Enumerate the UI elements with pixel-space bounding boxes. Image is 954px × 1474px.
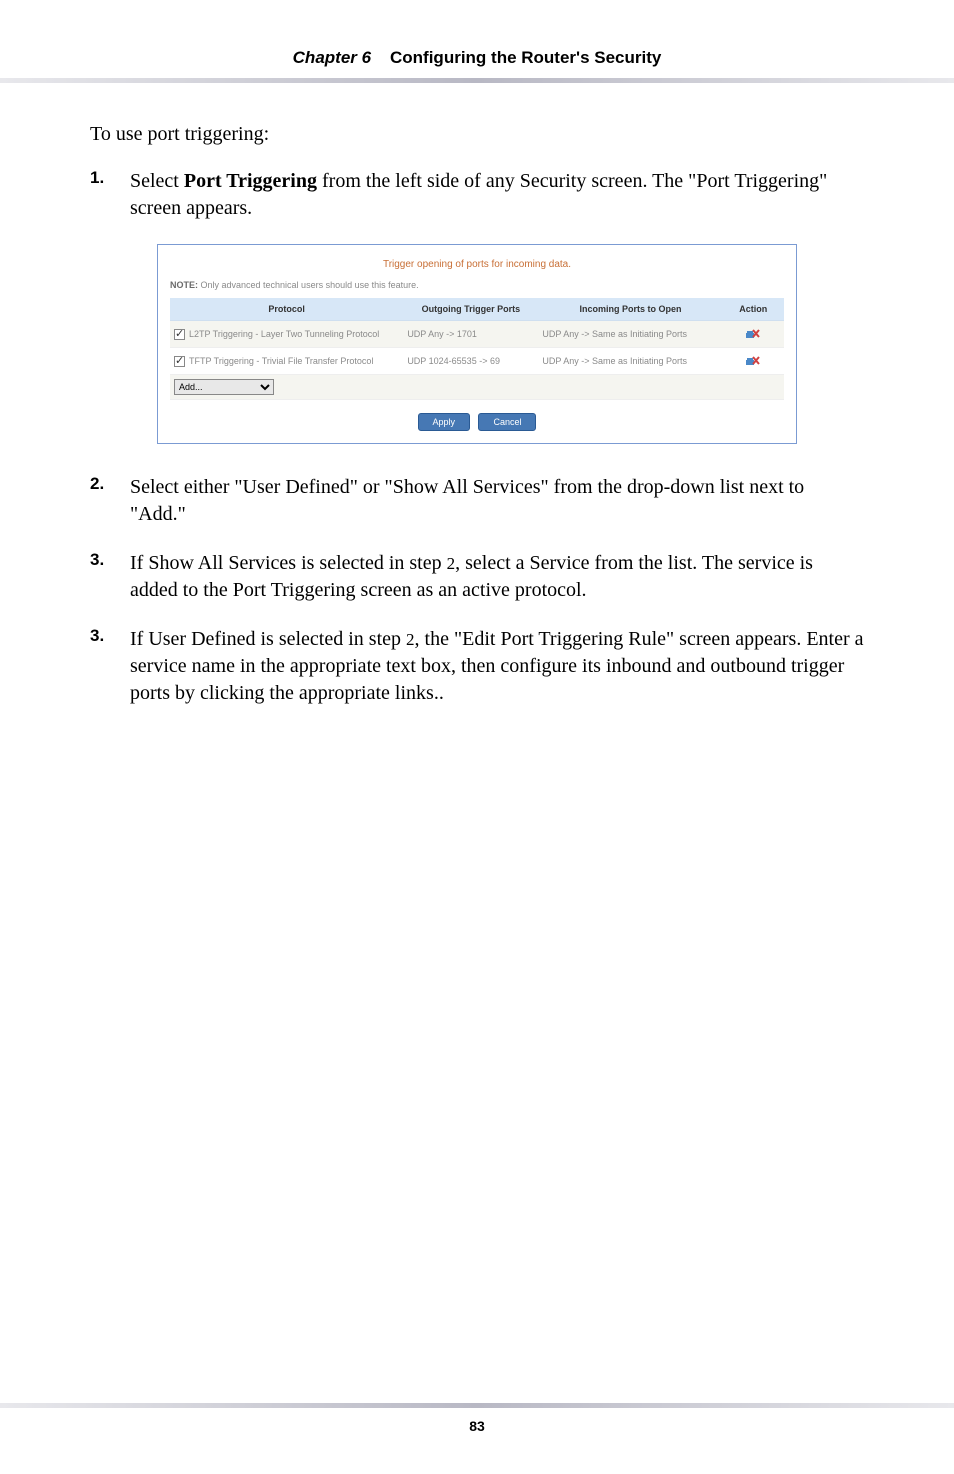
delete-icon[interactable] [745, 327, 761, 339]
outgoing-value: UDP Any -> 1701 [403, 321, 538, 348]
port-trigger-table: Protocol Outgoing Trigger Ports Incoming… [170, 298, 784, 400]
figure-title: Trigger opening of ports for incoming da… [170, 259, 784, 270]
note-label: NOTE: [170, 280, 198, 290]
add-select[interactable]: Add... [174, 379, 274, 395]
step-3b: 3. If User Defined is selected in step 2… [90, 626, 864, 707]
incoming-value: UDP Any -> Same as Initiating Ports [538, 321, 722, 348]
small-number: 2 [406, 630, 415, 649]
note-text: Only advanced technical users should use… [198, 280, 419, 290]
protocol-name: L2TP Triggering - Layer Two Tunneling Pr… [189, 329, 379, 339]
step-number: 3. [90, 626, 130, 707]
step-number: 2. [90, 474, 130, 528]
col-incoming: Incoming Ports to Open [538, 298, 722, 321]
step-body: If Show All Services is selected in step… [130, 550, 864, 604]
text-fragment: If User Defined is selected in step [130, 628, 406, 650]
step-number: 1. [90, 168, 130, 222]
bold-term: Port Triggering [184, 170, 317, 192]
col-protocol: Protocol [170, 298, 403, 321]
incoming-value: UDP Any -> Same as Initiating Ports [538, 348, 722, 375]
table-row: L2TP Triggering - Layer Two Tunneling Pr… [170, 321, 784, 348]
col-action: Action [723, 298, 784, 321]
figure-note: NOTE: Only advanced technical users shou… [170, 280, 784, 290]
step-number: 3. [90, 550, 130, 604]
chapter-title-text: Configuring the Router's Security [390, 48, 661, 67]
step-body: Select either "User Defined" or "Show Al… [130, 474, 864, 528]
delete-icon[interactable] [745, 354, 761, 366]
step-body: If User Defined is selected in step 2, t… [130, 626, 864, 707]
checkbox-icon[interactable] [174, 356, 185, 367]
cancel-button[interactable]: Cancel [478, 413, 536, 431]
action-cell [723, 348, 784, 375]
step-1: 1. Select Port Triggering from the left … [90, 168, 864, 222]
checkbox-icon[interactable] [174, 329, 185, 340]
step-3a: 3. If Show All Services is selected in s… [90, 550, 864, 604]
text-fragment: If Show All Services is selected in step [130, 552, 447, 574]
footer-divider [0, 1403, 954, 1408]
add-row: Add... [170, 375, 784, 400]
step-2: 2. Select either "User Defined" or "Show… [90, 474, 864, 528]
intro-paragraph: To use port triggering: [90, 123, 864, 146]
protocol-name: TFTP Triggering - Trivial File Transfer … [189, 356, 373, 366]
apply-button[interactable]: Apply [418, 413, 471, 431]
text-fragment: Select [130, 170, 184, 192]
figure-button-row: Apply Cancel [170, 412, 784, 431]
screenshot-figure: Trigger opening of ports for incoming da… [157, 244, 797, 444]
page-number: 83 [0, 1418, 954, 1434]
col-outgoing: Outgoing Trigger Ports [403, 298, 538, 321]
action-cell [723, 321, 784, 348]
small-number: 2 [447, 554, 456, 573]
chapter-header: Chapter 6 Configuring the Router's Secur… [0, 48, 954, 68]
chapter-number: Chapter 6 [293, 48, 371, 67]
outgoing-value: UDP 1024-65535 -> 69 [403, 348, 538, 375]
step-body: Select Port Triggering from the left sid… [130, 168, 864, 222]
table-row: TFTP Triggering - Trivial File Transfer … [170, 348, 784, 375]
